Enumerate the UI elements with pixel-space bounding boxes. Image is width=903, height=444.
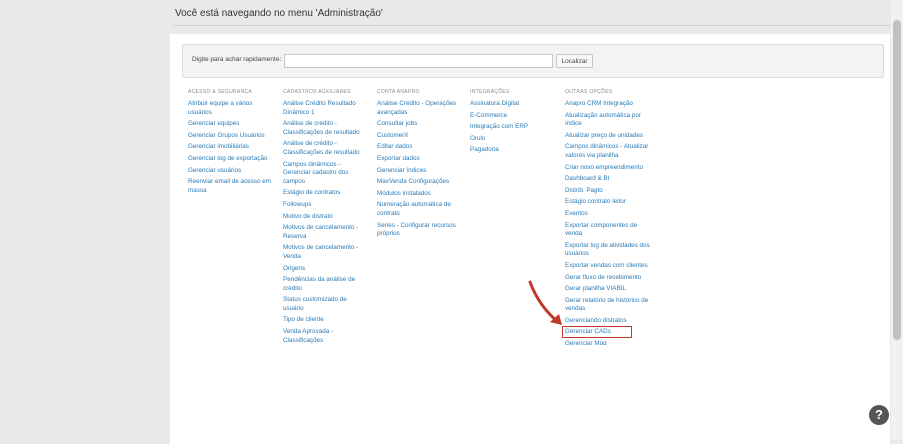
menu-link[interactable]: Exportar dados	[377, 155, 463, 164]
search-input[interactable]	[284, 54, 553, 68]
menu-link[interactable]: Atualizar preço de unidades	[565, 132, 651, 141]
menu-link[interactable]: Gerenciar Mód	[565, 340, 651, 349]
menu-link[interactable]: Análise Crédito Resultado Dinâmico 1	[283, 100, 369, 117]
menu-link[interactable]: Tipo de cliente	[283, 316, 369, 325]
menu-link[interactable]: Análise de crédito - Classificações de r…	[283, 120, 369, 137]
menu-link[interactable]: Pagadoria	[470, 146, 556, 155]
menu-link[interactable]: Gerenciar Grupos Usuários	[188, 132, 274, 141]
menu-link[interactable]: Distrib. Pagto	[565, 187, 651, 196]
menu-link[interactable]: Editar dados	[377, 143, 463, 152]
column-cadastros-auxiliares: CADASTROS AUXILIARES Análise Crédito Res…	[283, 89, 369, 348]
column-title: CONTA ANAPRO	[377, 89, 420, 95]
menu-link[interactable]: Estágio contrato leitor	[565, 198, 651, 207]
menu-link[interactable]: Exportar vendas com clientes	[565, 262, 651, 271]
column-title: OUTRAS OPÇÕES	[565, 89, 613, 95]
menu-link[interactable]: Atualização automática por índice	[565, 112, 651, 129]
annotation-arrow-icon	[528, 280, 562, 326]
menu-link[interactable]: Gerenciar log de exportação	[188, 155, 274, 164]
menu-link[interactable]: Atribuir equipe a vários usuários	[188, 100, 274, 117]
menu-link[interactable]: Gerenciando distratos	[565, 317, 651, 326]
menu-link[interactable]: Análise de crédito - Classificações de r…	[283, 140, 369, 157]
search-label: Digite para achar rapidamente:	[192, 56, 282, 63]
column-conta-anapro: CONTA ANAPRO Análise Crédito - Operações…	[377, 89, 463, 242]
menu-link[interactable]: Reenviar email de acesso em massa	[188, 178, 274, 195]
column-integracoes: INTEGRAÇÕES Assinatura Digital E-Commerc…	[470, 89, 556, 158]
search-button[interactable]: Localizar	[556, 54, 593, 68]
column-title: ACESSO & SEGURANÇA	[188, 89, 253, 95]
menu-link[interactable]: Motivos de cancelamento - Venda	[283, 244, 369, 261]
menu-link[interactable]: Numeração automática de contrato	[377, 201, 463, 218]
column-title: INTEGRAÇÕES	[470, 89, 510, 95]
column-outras-opcoes: OUTRAS OPÇÕES Anapro CRM Integração Atua…	[565, 89, 651, 352]
menu-link[interactable]: Consultar jobs	[377, 120, 463, 129]
menu-link[interactable]: Motivos de cancelamento - Reserva	[283, 224, 369, 241]
menu-link[interactable]: CustomerX	[377, 132, 463, 141]
menu-link[interactable]: Módulos instalados	[377, 190, 463, 199]
menu-link[interactable]: Gerenciar imobiliárias	[188, 143, 274, 152]
menu-link[interactable]: Pendências da análise de crédito	[283, 276, 369, 293]
menu-link[interactable]: Dashboard & BI	[565, 175, 651, 184]
menu-link[interactable]: Campos dinâmicos - Gerenciar cadastro do…	[283, 161, 369, 187]
menu-link[interactable]: Análise Crédito - Operações avançadas	[377, 100, 463, 117]
menu-link[interactable]: Gerar fluxo de recebimento	[565, 274, 651, 283]
highlight-box	[562, 326, 632, 339]
menu-link[interactable]: Orulo	[470, 135, 556, 144]
menu-link[interactable]: Estágio de contratos	[283, 189, 369, 198]
menu-link[interactable]: Criar novo empreendimento	[565, 164, 651, 173]
menu-link[interactable]: Gerar relatório de histórico de vendas	[565, 297, 651, 314]
column-title: CADASTROS AUXILIARES	[283, 89, 351, 95]
menu-link[interactable]: Status customizado de usuário	[283, 296, 369, 313]
menu-link[interactable]: Assinatura Digital	[470, 100, 556, 109]
menu-link[interactable]: MaxVenda Configurações	[377, 178, 463, 187]
menu-link[interactable]: Gerenciar usuários	[188, 167, 274, 176]
menu-link[interactable]: Gerar planilha VIABIL	[565, 285, 651, 294]
menu-link[interactable]: E-Commerce	[470, 112, 556, 121]
admin-menu-card: Digite para achar rapidamente: Localizar…	[170, 34, 890, 444]
menu-link[interactable]: Eventos	[565, 210, 651, 219]
menu-link[interactable]: Venda Aprovada - Classificações	[283, 328, 369, 345]
help-button[interactable]: ?	[869, 405, 889, 425]
menu-link[interactable]: Followups	[283, 201, 369, 210]
menu-link[interactable]: Origens	[283, 265, 369, 274]
scrollbar-thumb[interactable]	[893, 20, 901, 340]
menu-link[interactable]: Gerenciar índices	[377, 167, 463, 176]
page-title: Você está navegando no menu 'Administraç…	[175, 8, 383, 19]
menu-link[interactable]: Series - Configurar recursos próprios	[377, 222, 463, 239]
menu-link[interactable]: Gerenciar equipes	[188, 120, 274, 129]
menu-link[interactable]: Exportar log de atividades dos usuários	[565, 242, 651, 259]
page-header: Você está navegando no menu 'Administraç…	[173, 0, 890, 26]
menu-link[interactable]: Anapro CRM Integração	[565, 100, 651, 109]
column-acesso-seguranca: ACESSO & SEGURANÇA Atribuir equipe a vár…	[188, 89, 274, 198]
search-bar: Digite para achar rapidamente: Localizar	[182, 44, 884, 78]
menu-link[interactable]: Campos dinâmicos - Atualizar valores via…	[565, 143, 651, 160]
menu-link[interactable]: Integração com ERP	[470, 123, 556, 132]
menu-link[interactable]: Exportar componentes de venda	[565, 222, 651, 239]
menu-link[interactable]: Motivo de distrato	[283, 213, 369, 222]
